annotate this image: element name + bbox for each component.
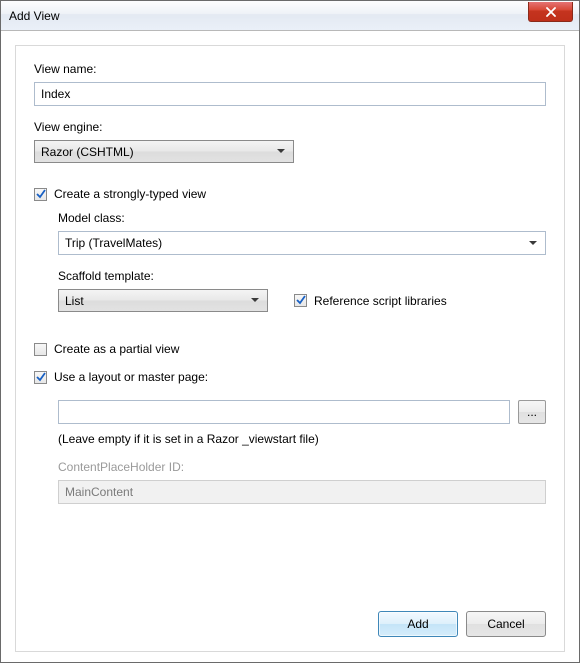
view-engine-label: View engine:: [34, 120, 546, 134]
partial-view-checkbox-row[interactable]: Create as a partial view: [34, 342, 546, 356]
close-button[interactable]: [528, 2, 573, 22]
window-title: Add View: [9, 9, 59, 23]
strongly-typed-label: Create a strongly-typed view: [54, 187, 206, 201]
chevron-down-icon: [525, 241, 541, 246]
cancel-button[interactable]: Cancel: [466, 611, 546, 637]
contentplaceholder-input: [58, 480, 546, 504]
view-name-input[interactable]: [34, 82, 546, 106]
add-button[interactable]: Add: [378, 611, 458, 637]
view-name-label: View name:: [34, 62, 546, 76]
layout-path-input[interactable]: [58, 400, 510, 424]
partial-view-checkbox[interactable]: [34, 343, 47, 356]
browse-button[interactable]: ...: [518, 400, 546, 424]
title-bar: Add View: [1, 1, 579, 31]
close-icon: [546, 7, 556, 17]
scaffold-template-value: List: [65, 294, 247, 308]
model-class-label: Model class:: [58, 211, 546, 225]
use-layout-checkbox[interactable]: [34, 371, 47, 384]
use-layout-label: Use a layout or master page:: [54, 370, 208, 384]
scaffold-template-select[interactable]: List: [58, 289, 268, 312]
reference-scripts-checkbox-row[interactable]: Reference script libraries: [294, 289, 447, 312]
view-engine-select[interactable]: Razor (CSHTML): [34, 140, 294, 163]
contentplaceholder-label: ContentPlaceHolder ID:: [58, 460, 546, 474]
layout-hint: (Leave empty if it is set in a Razor _vi…: [58, 432, 546, 446]
chevron-down-icon: [273, 149, 289, 154]
scaffold-template-label: Scaffold template:: [58, 269, 546, 283]
strongly-typed-checkbox[interactable]: [34, 188, 47, 201]
reference-scripts-label: Reference script libraries: [314, 294, 447, 308]
chevron-down-icon: [247, 298, 263, 303]
model-class-select[interactable]: Trip (TravelMates): [58, 231, 546, 255]
reference-scripts-checkbox[interactable]: [294, 294, 307, 307]
use-layout-checkbox-row[interactable]: Use a layout or master page:: [34, 370, 546, 384]
strongly-typed-checkbox-row[interactable]: Create a strongly-typed view: [34, 187, 546, 201]
view-engine-value: Razor (CSHTML): [41, 145, 273, 159]
partial-view-label: Create as a partial view: [54, 342, 179, 356]
model-class-value: Trip (TravelMates): [65, 236, 525, 250]
